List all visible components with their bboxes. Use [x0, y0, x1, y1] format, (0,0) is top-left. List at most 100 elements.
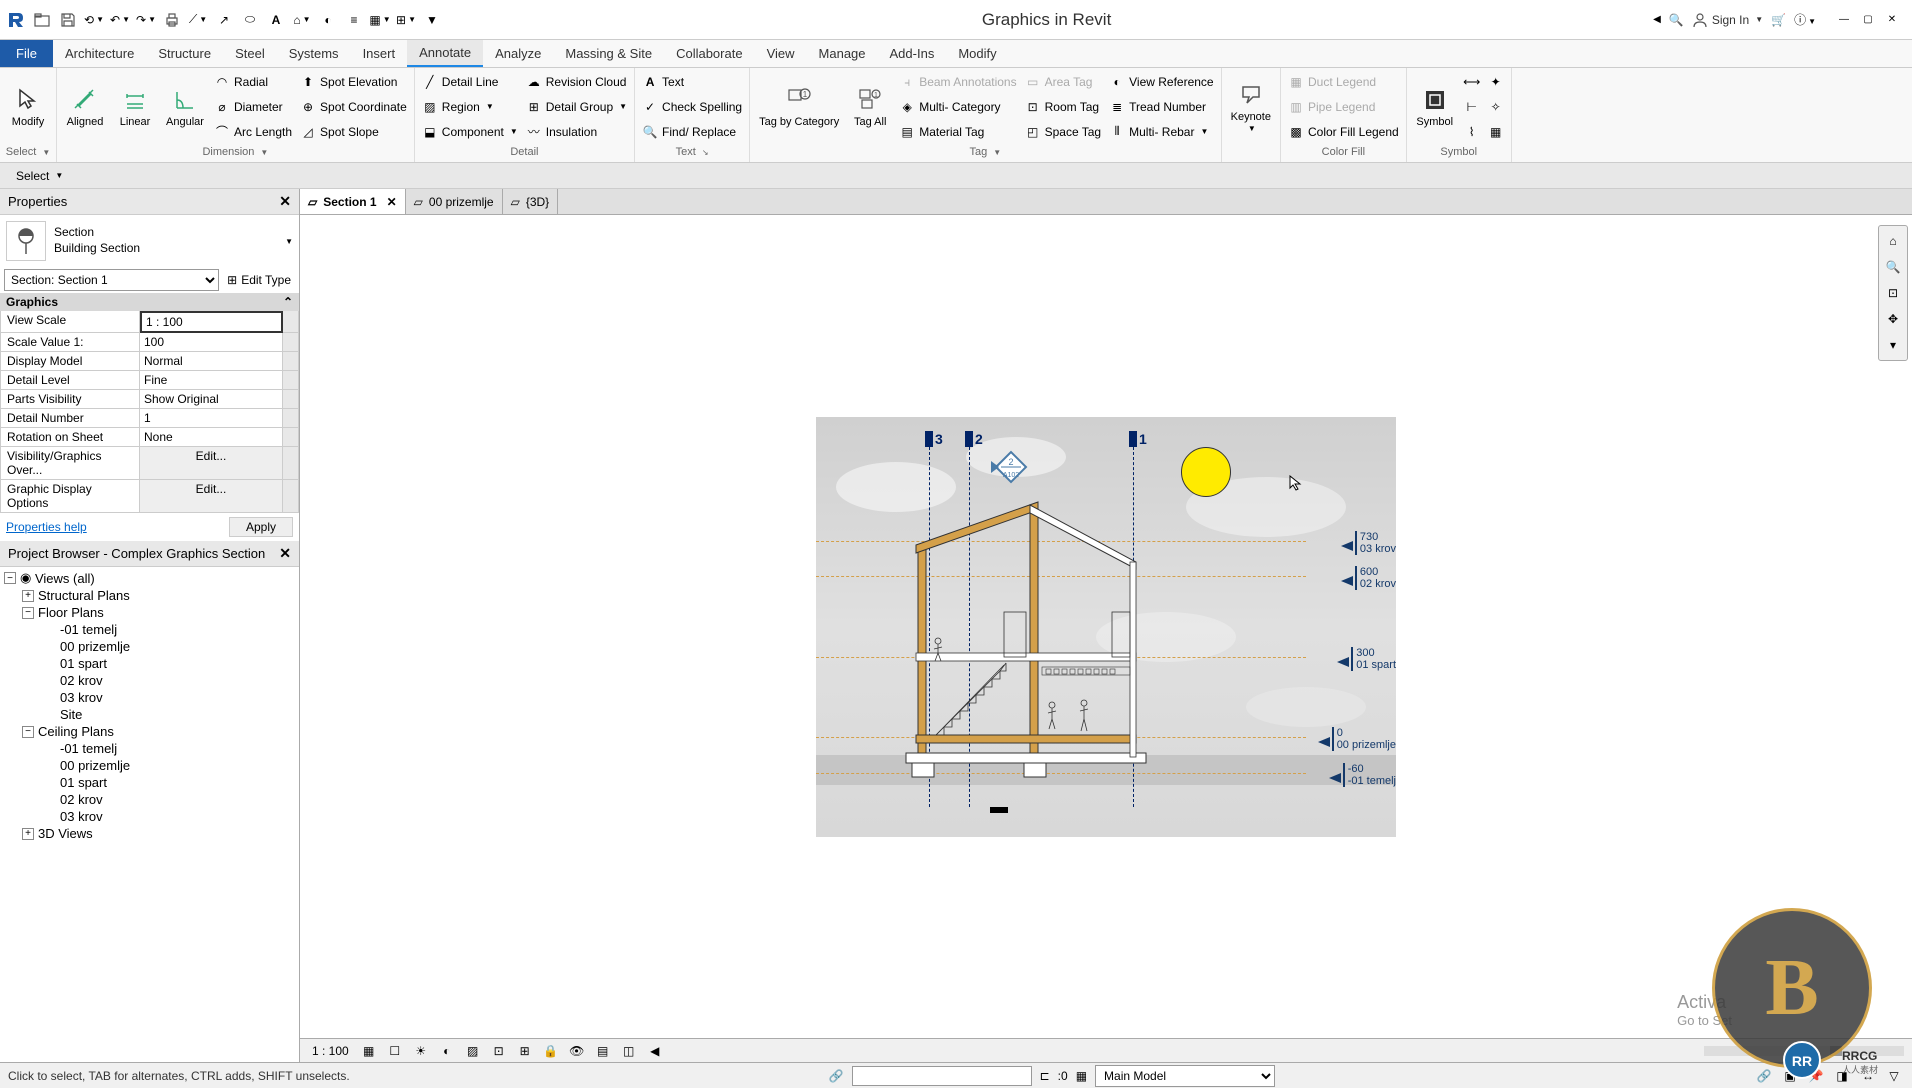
prop-scroll[interactable] — [283, 480, 299, 513]
symbol-path-button[interactable]: ⌇ — [1460, 120, 1484, 144]
view-reference-button[interactable]: ◐View Reference — [1105, 70, 1218, 94]
menu-systems[interactable]: Systems — [277, 40, 351, 67]
level-marker[interactable]: 73003 krov — [1355, 531, 1396, 555]
room-tag-button[interactable]: ⊡Room Tag — [1021, 95, 1106, 119]
prop-scroll[interactable] — [283, 390, 299, 409]
prop-value[interactable]: None — [140, 428, 283, 447]
tree-views-all[interactable]: −◉ Views (all) — [0, 569, 299, 587]
prop-edit-button[interactable]: Edit... — [140, 447, 283, 480]
revit-logo-icon[interactable] — [4, 8, 28, 32]
edit-type-button[interactable]: ⊞ Edit Type — [223, 271, 295, 289]
tree-toggle-icon[interactable]: − — [4, 572, 16, 584]
vc-temp-hide-icon[interactable]: 👁 — [567, 1041, 587, 1061]
radial-button[interactable]: ◠Radial — [210, 70, 296, 94]
doc-tab[interactable]: ▱{3D} — [503, 189, 559, 214]
status-link-icon[interactable]: 🔗 — [829, 1069, 844, 1083]
pipe-legend-button[interactable]: ▥Pipe Legend — [1284, 95, 1403, 119]
prop-value[interactable]: Show Original — [140, 390, 283, 409]
prop-scroll[interactable] — [283, 428, 299, 447]
menu-manage[interactable]: Manage — [807, 40, 878, 67]
tree-leaf[interactable]: 00 prizemlje — [0, 638, 299, 655]
tab-close-icon[interactable]: ✕ — [387, 195, 397, 209]
instance-select[interactable]: Section: Section 1 — [4, 269, 219, 291]
prop-category-graphics[interactable]: Graphics — [6, 295, 58, 309]
tree-leaf[interactable]: -01 temelj — [0, 621, 299, 638]
qat-thinlines-icon[interactable]: ≡ — [342, 8, 366, 32]
prop-value[interactable]: Normal — [140, 352, 283, 371]
viewport[interactable]: 321 2 A102 73003 krov60002 krov30001 spa… — [300, 215, 1912, 1038]
qat-aligned-icon[interactable]: ↗ — [212, 8, 236, 32]
type-dropdown-icon[interactable]: ▼ — [285, 237, 293, 246]
multi-rebar-button[interactable]: ⫴Multi- Rebar▼ — [1105, 120, 1218, 144]
menu-view[interactable]: View — [755, 40, 807, 67]
level-marker[interactable]: 000 prizemlje — [1332, 727, 1396, 751]
tree-leaf[interactable]: 01 spart — [0, 774, 299, 791]
select-links-icon[interactable]: 🔗 — [1754, 1066, 1774, 1086]
menu-insert[interactable]: Insert — [351, 40, 408, 67]
app-bar-help-icon[interactable]: ⓘ▼ — [1794, 11, 1816, 28]
vc-sun-icon[interactable]: ☀ — [411, 1041, 431, 1061]
nav-zoom-icon[interactable]: 🔍 — [1882, 256, 1904, 278]
signin-button[interactable]: Sign In ▼ — [1692, 12, 1763, 28]
properties-help-link[interactable]: Properties help — [6, 520, 87, 534]
browser-close-icon[interactable]: ✕ — [279, 545, 291, 562]
revision-cloud-button[interactable]: ☁Revision Cloud — [522, 70, 631, 94]
tree-leaf[interactable]: 00 prizemlje — [0, 757, 299, 774]
options-select-button[interactable]: Select▼ — [8, 167, 71, 185]
menu-analyze[interactable]: Analyze — [483, 40, 553, 67]
view-scale[interactable]: 1 : 100 — [308, 1044, 353, 1058]
prop-value[interactable]: 100 — [140, 333, 283, 352]
symbol-beam-button[interactable]: ⊢ — [1460, 95, 1484, 119]
tree-toggle-icon[interactable]: − — [22, 726, 34, 738]
type-selector[interactable]: Section Building Section ▼ — [0, 215, 299, 267]
doc-tab[interactable]: ▱00 prizemlje — [406, 189, 503, 214]
insulation-button[interactable]: 〰Insulation — [522, 120, 631, 144]
infocenter-search-icon[interactable]: 🔍 — [1669, 13, 1684, 27]
tag-by-category-button[interactable]: 1Tag by Category — [753, 70, 845, 144]
area-tag-button[interactable]: ▭Area Tag — [1021, 70, 1106, 94]
vc-lock-icon[interactable]: 🔒 — [541, 1041, 561, 1061]
status-combo1[interactable] — [852, 1066, 1032, 1086]
prop-edit-button[interactable]: Edit... — [140, 480, 283, 513]
tree-leaf[interactable]: Site — [0, 706, 299, 723]
qat-measure-icon[interactable]: ⟋▼ — [186, 8, 210, 32]
tag-all-button[interactable]: 1Tag All — [845, 70, 895, 144]
tree-leaf[interactable]: 03 krov — [0, 689, 299, 706]
qat-switchwin-icon[interactable]: ⊞▼ — [394, 8, 418, 32]
tree-floor-plans[interactable]: −Floor Plans — [0, 604, 299, 621]
app-bar-cart-icon[interactable]: 🛒 — [1771, 13, 1786, 27]
menu-structure[interactable]: Structure — [146, 40, 223, 67]
menu-massing[interactable]: Massing & Site — [553, 40, 664, 67]
text-dialog-launcher-icon[interactable]: ↘ — [702, 148, 709, 157]
menu-file[interactable]: File — [0, 40, 53, 67]
qat-section-icon[interactable]: ◐ — [316, 8, 340, 32]
material-tag-button[interactable]: ▤Material Tag — [895, 120, 1020, 144]
menu-architecture[interactable]: Architecture — [53, 40, 146, 67]
redo-icon[interactable]: ↷▼ — [134, 8, 158, 32]
prop-category-collapse-icon[interactable]: ⌃ — [283, 295, 293, 309]
status-sel-icon[interactable]: ⊏ — [1040, 1069, 1050, 1083]
prop-value[interactable]: Fine — [140, 371, 283, 390]
tree-leaf[interactable]: 01 spart — [0, 655, 299, 672]
duct-legend-button[interactable]: ▦Duct Legend — [1284, 70, 1403, 94]
detail-line-button[interactable]: ╱Detail Line — [418, 70, 522, 94]
component-button[interactable]: ⬓Component▼ — [418, 120, 522, 144]
diameter-button[interactable]: ⌀Diameter — [210, 95, 296, 119]
prop-scroll[interactable] — [283, 311, 299, 333]
symbol-area-button[interactable]: ✦ — [1484, 70, 1508, 94]
prop-scroll[interactable] — [283, 409, 299, 428]
menu-modify[interactable]: Modify — [946, 40, 1008, 67]
qat-default3d-icon[interactable]: ⌂▼ — [290, 8, 314, 32]
prop-value[interactable]: 1 — [140, 409, 283, 428]
qat-tag-icon[interactable]: ⬭ — [238, 8, 262, 32]
apply-button[interactable]: Apply — [229, 517, 293, 537]
prop-scroll[interactable] — [283, 371, 299, 390]
keynote-button[interactable]: Keynote▼ — [1225, 70, 1277, 144]
spot-coordinate-button[interactable]: ⊕Spot Coordinate — [296, 95, 411, 119]
status-workset-icon[interactable]: ▦ — [1076, 1069, 1087, 1083]
space-tag-button[interactable]: ◰Space Tag — [1021, 120, 1106, 144]
symbol-rein-button[interactable]: ▦ — [1484, 120, 1508, 144]
vc-visual-style-icon[interactable]: ☐ — [385, 1041, 405, 1061]
nav-home-icon[interactable]: ⌂ — [1882, 230, 1904, 252]
prop-scroll[interactable] — [283, 447, 299, 480]
